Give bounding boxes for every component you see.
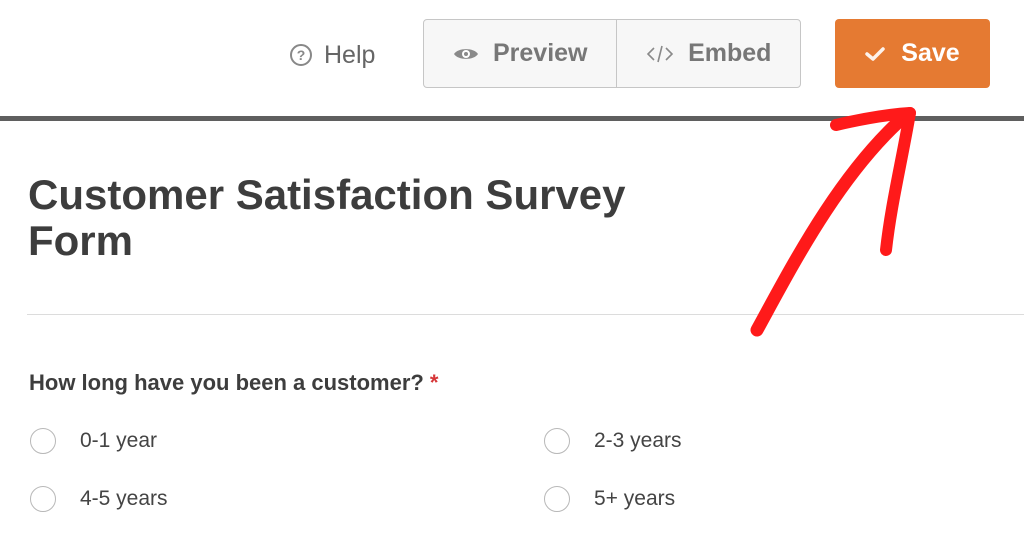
radio-button[interactable]	[30, 428, 56, 454]
radio-option[interactable]: 5+ years	[544, 486, 675, 512]
radio-option[interactable]: 0-1 year	[30, 428, 157, 454]
radio-button[interactable]	[544, 428, 570, 454]
form-title: Customer Satisfaction Survey Form	[28, 171, 626, 264]
question-circle-icon: ?	[290, 44, 312, 66]
checkmark-icon	[865, 46, 886, 61]
question-label: How long have you been a customer? *	[29, 370, 438, 396]
radio-button[interactable]	[30, 486, 56, 512]
preview-button[interactable]: Preview	[424, 20, 618, 87]
radio-option[interactable]: 2-3 years	[544, 428, 682, 454]
help-label: Help	[324, 40, 376, 69]
radio-option-label: 0-1 year	[80, 429, 158, 452]
eye-icon	[453, 48, 478, 59]
form-builder-toolbar: ? Help Preview Embed Save	[0, 0, 1024, 117]
title-divider	[27, 314, 1024, 315]
code-icon	[646, 45, 674, 62]
radio-option-label: 4-5 years	[80, 487, 168, 510]
toolbar-divider	[0, 116, 1024, 121]
radio-button[interactable]	[544, 486, 570, 512]
radio-option-label: 2-3 years	[594, 429, 682, 452]
question-text: How long have you been a customer?	[29, 370, 424, 395]
help-link[interactable]: ? Help	[290, 38, 375, 72]
save-button[interactable]: Save	[835, 19, 990, 88]
preview-label: Preview	[492, 39, 588, 67]
save-label: Save	[901, 39, 960, 67]
embed-button[interactable]: Embed	[617, 20, 800, 87]
radio-option-label: 5+ years	[594, 487, 676, 510]
preview-embed-button-group: Preview Embed	[423, 19, 801, 88]
radio-option[interactable]: 4-5 years	[30, 486, 168, 512]
embed-label: Embed	[688, 39, 772, 67]
required-marker: *	[429, 370, 439, 395]
